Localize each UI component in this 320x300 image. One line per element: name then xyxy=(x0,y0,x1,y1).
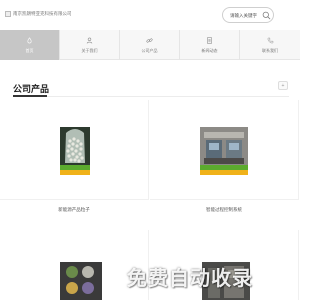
nav-label: 公司产品 xyxy=(141,47,158,53)
product-card[interactable]: 新能源产品粒子 xyxy=(0,100,149,212)
nav-item-about[interactable]: 关于我们 xyxy=(60,30,120,60)
user-icon xyxy=(86,37,93,44)
nav-label: 联系我们 xyxy=(262,47,278,53)
watermark: 免费自动收录 xyxy=(127,268,253,290)
product-image-machine xyxy=(200,127,248,175)
section-title: 公司产品 xyxy=(13,84,50,94)
search-icon[interactable] xyxy=(262,11,271,20)
more-products-button[interactable]: + xyxy=(278,81,288,90)
logo-text: 南京凯朗特亚克科技有限公司 xyxy=(13,11,72,16)
nav-label: 关于我们 xyxy=(81,47,98,53)
nav-item-contact[interactable]: 联系我们 xyxy=(240,30,300,60)
main-nav: 首页 关于我们 公司产品 新闻动态 联系我们 xyxy=(0,30,300,60)
product-caption: 新能源产品粒子 xyxy=(58,207,90,212)
company-logo[interactable]: 南京凯朗特亚克科技有限公司 xyxy=(5,11,72,17)
search-box xyxy=(222,7,274,23)
page: 南京凯朗特亚克科技有限公司 首页 关于我们 xyxy=(0,0,300,300)
nav-item-news[interactable]: 新闻动态 xyxy=(180,30,240,60)
section-divider xyxy=(13,96,289,97)
product-caption: 智能过程控制系统 xyxy=(206,207,242,212)
nav-item-products[interactable]: 公司产品 xyxy=(120,30,180,60)
document-icon xyxy=(207,36,212,44)
product-image-colors xyxy=(60,262,102,300)
nav-label: 新闻动态 xyxy=(201,47,218,53)
nav-label: 首页 xyxy=(25,47,34,53)
nav-item-home[interactable]: 首页 xyxy=(0,30,60,60)
home-icon xyxy=(27,36,32,43)
product-image-pellets xyxy=(60,127,90,175)
search-input[interactable] xyxy=(230,12,260,20)
phone-icon xyxy=(267,37,273,43)
header: 南京凯朗特亚克科技有限公司 xyxy=(0,0,300,30)
logo-image-icon xyxy=(5,11,11,17)
section-title-underline xyxy=(13,95,47,97)
link-icon xyxy=(146,37,153,43)
product-card[interactable]: 智能过程控制系统 xyxy=(150,100,299,212)
